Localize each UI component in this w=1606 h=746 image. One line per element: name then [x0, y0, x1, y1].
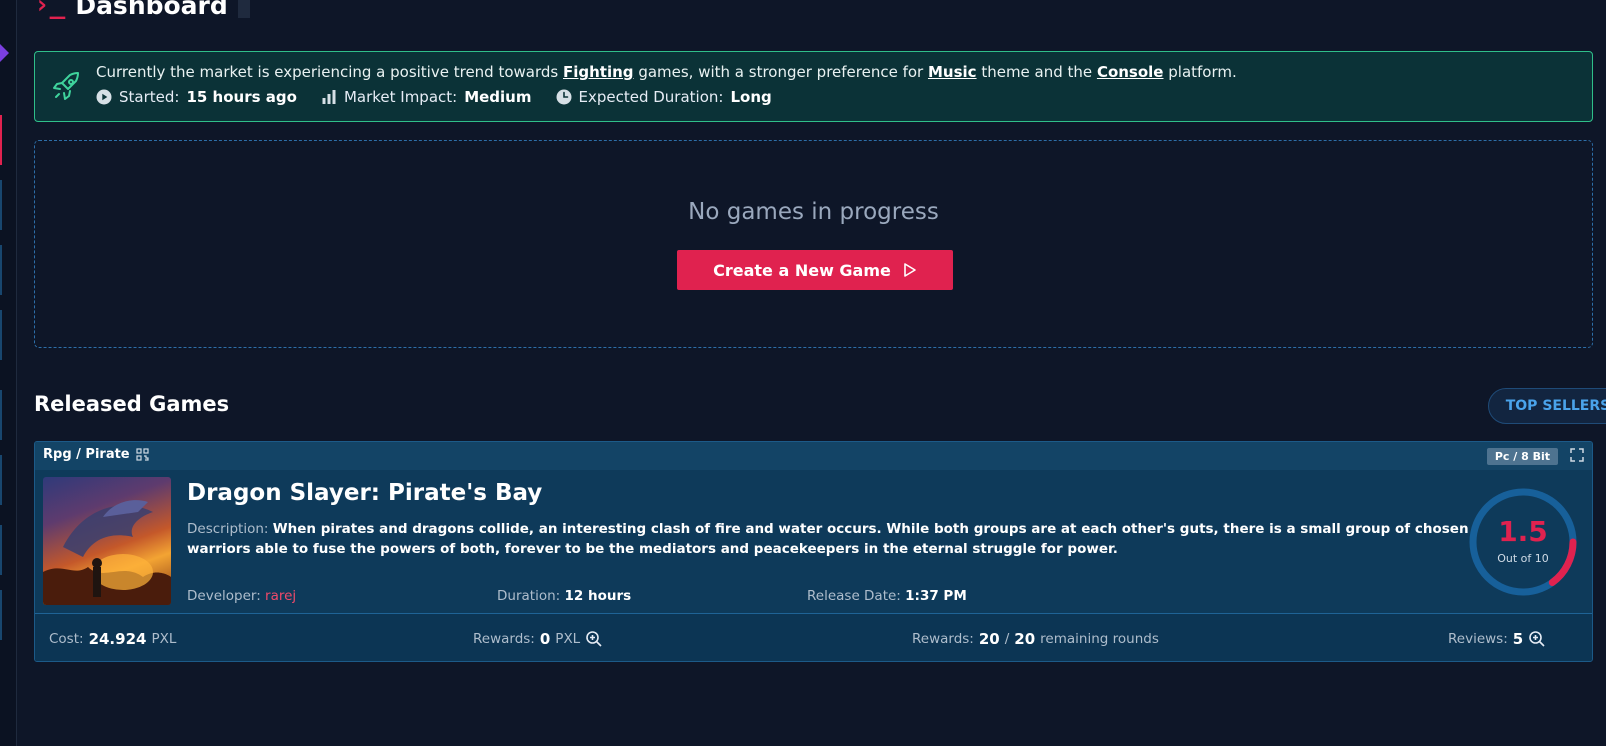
sidebar-item[interactable]: [0, 245, 2, 295]
game-genre: Rpg / Pirate: [43, 447, 149, 462]
trend-text-suffix: platform.: [1163, 63, 1237, 81]
released-game-card[interactable]: Rpg / Pirate Pc / 8 Bit Dragon Slayer: P…: [34, 441, 1593, 662]
game-cost: Cost: 24.924 PXL: [49, 630, 176, 648]
game-release-date: Release Date: 1:37 PM: [807, 588, 967, 604]
trend-started: Started: 15 hours ago: [96, 88, 297, 106]
card-footer: Cost: 24.924 PXL Rewards: 0 PXL Rewards:…: [35, 613, 1592, 661]
market-trend-banner: Currently the market is experiencing a p…: [34, 51, 1593, 122]
duration-label: Duration:: [497, 588, 561, 604]
reviews-value: 5: [1512, 630, 1524, 648]
cost-value: 24.924: [88, 630, 147, 648]
bar-chart-icon: [322, 90, 336, 104]
trend-impact: Market Impact: Medium: [321, 88, 532, 106]
release-date-value: 1:37 PM: [905, 588, 967, 604]
review-score-gauge: 1.5 Out of 10: [1466, 485, 1580, 599]
clock-icon: [556, 89, 571, 105]
trend-text-mid: theme and the: [976, 63, 1097, 81]
rocket-icon: [53, 72, 79, 100]
create-new-game-button[interactable]: Create a New Game: [677, 250, 953, 290]
trend-meta: Started: 15 hours ago Market Impact: Med…: [96, 88, 772, 106]
trend-theme-link[interactable]: Music: [928, 63, 977, 81]
game-platform-badge: Pc / 8 Bit: [1486, 448, 1558, 465]
rounds-total: 20: [1014, 630, 1036, 648]
cost-unit: PXL: [151, 631, 177, 647]
sidebar-expand-arrow-icon[interactable]: [0, 44, 9, 62]
score-max-label: Out of 10: [1497, 552, 1549, 565]
started-value: 15 hours ago: [186, 88, 297, 106]
trend-genre-link[interactable]: Fighting: [563, 63, 634, 81]
rewards-label: Rewards:: [473, 631, 535, 647]
started-label: Started:: [119, 88, 180, 106]
create-new-game-label: Create a New Game: [713, 260, 891, 280]
duration-label: Expected Duration:: [578, 88, 724, 106]
score-value: 1.5: [1498, 515, 1548, 548]
developer-label: Developer:: [187, 588, 261, 604]
title-cursor: [237, 0, 250, 18]
sidebar-item[interactable]: [0, 180, 2, 230]
impact-value: Medium: [464, 88, 532, 106]
card-topbar: [35, 442, 1592, 470]
games-in-progress-panel: No games in progress Create a New Game: [34, 140, 1593, 348]
game-developer: Developer: rarej: [187, 588, 296, 604]
sidebar-item-active[interactable]: [0, 115, 2, 165]
game-reward-rounds: Rewards: 20 / 20 remaining rounds: [912, 630, 1159, 648]
rounds-label: Rewards:: [912, 631, 974, 647]
sidebar-item[interactable]: [0, 455, 2, 505]
top-sellers-button[interactable]: TOP SELLERS: [1488, 388, 1606, 424]
trend-text-prefix: Currently the market is experiencing a p…: [96, 63, 563, 81]
trend-duration: Expected Duration: Long: [556, 88, 772, 106]
sidebar-item[interactable]: [0, 390, 2, 440]
game-title: Dragon Slayer: Pirate's Bay: [187, 480, 543, 506]
duration-value: 12 hours: [564, 588, 632, 604]
released-games-heading: Released Games: [34, 392, 230, 416]
trend-text-mid: games, with a stronger preference for: [633, 63, 928, 81]
trend-description: Currently the market is experiencing a p…: [96, 63, 1237, 81]
rewards-unit: PXL: [555, 631, 581, 647]
impact-label: Market Impact:: [343, 88, 458, 106]
page-title: Dashboard: [75, 0, 228, 20]
qr-code-icon[interactable]: [136, 448, 149, 461]
zoom-in-icon[interactable]: [585, 630, 603, 648]
reviews-label: Reviews:: [1448, 631, 1508, 647]
expand-icon[interactable]: [1570, 448, 1584, 462]
description-label: Description:: [187, 521, 269, 537]
rounds-suffix: remaining rounds: [1040, 631, 1159, 647]
developer-link[interactable]: rarej: [265, 588, 296, 604]
play-outline-icon: [904, 263, 916, 277]
page-header: ›_ Dashboard: [34, 0, 250, 20]
game-reviews: Reviews: 5: [1448, 630, 1546, 648]
game-description: Description: When pirates and dragons co…: [187, 519, 1477, 559]
sidebar-item[interactable]: [0, 590, 2, 640]
empty-state-message: No games in progress: [688, 199, 939, 225]
sidebar: [0, 0, 17, 746]
terminal-prompt-icon: ›_: [34, 0, 66, 20]
sidebar-item[interactable]: [0, 525, 2, 575]
sidebar-item[interactable]: [0, 310, 2, 360]
trend-platform-link[interactable]: Console: [1097, 63, 1164, 81]
rounds-remaining: 20: [978, 630, 1000, 648]
cost-label: Cost:: [49, 631, 84, 647]
zoom-in-icon[interactable]: [1528, 630, 1546, 648]
description-text: When pirates and dragons collide, an int…: [187, 521, 1469, 557]
game-rewards: Rewards: 0 PXL: [473, 630, 603, 648]
play-circle-icon: [96, 89, 112, 105]
game-genre-label: Rpg / Pirate: [43, 447, 130, 462]
game-cover-image: [43, 477, 171, 605]
game-duration: Duration: 12 hours: [497, 588, 631, 604]
duration-value: Long: [730, 88, 772, 106]
dragon-artwork-icon: [43, 500, 171, 605]
rewards-value: 0: [539, 630, 551, 648]
release-date-label: Release Date:: [807, 588, 901, 604]
rounds-separator: /: [1004, 631, 1010, 647]
